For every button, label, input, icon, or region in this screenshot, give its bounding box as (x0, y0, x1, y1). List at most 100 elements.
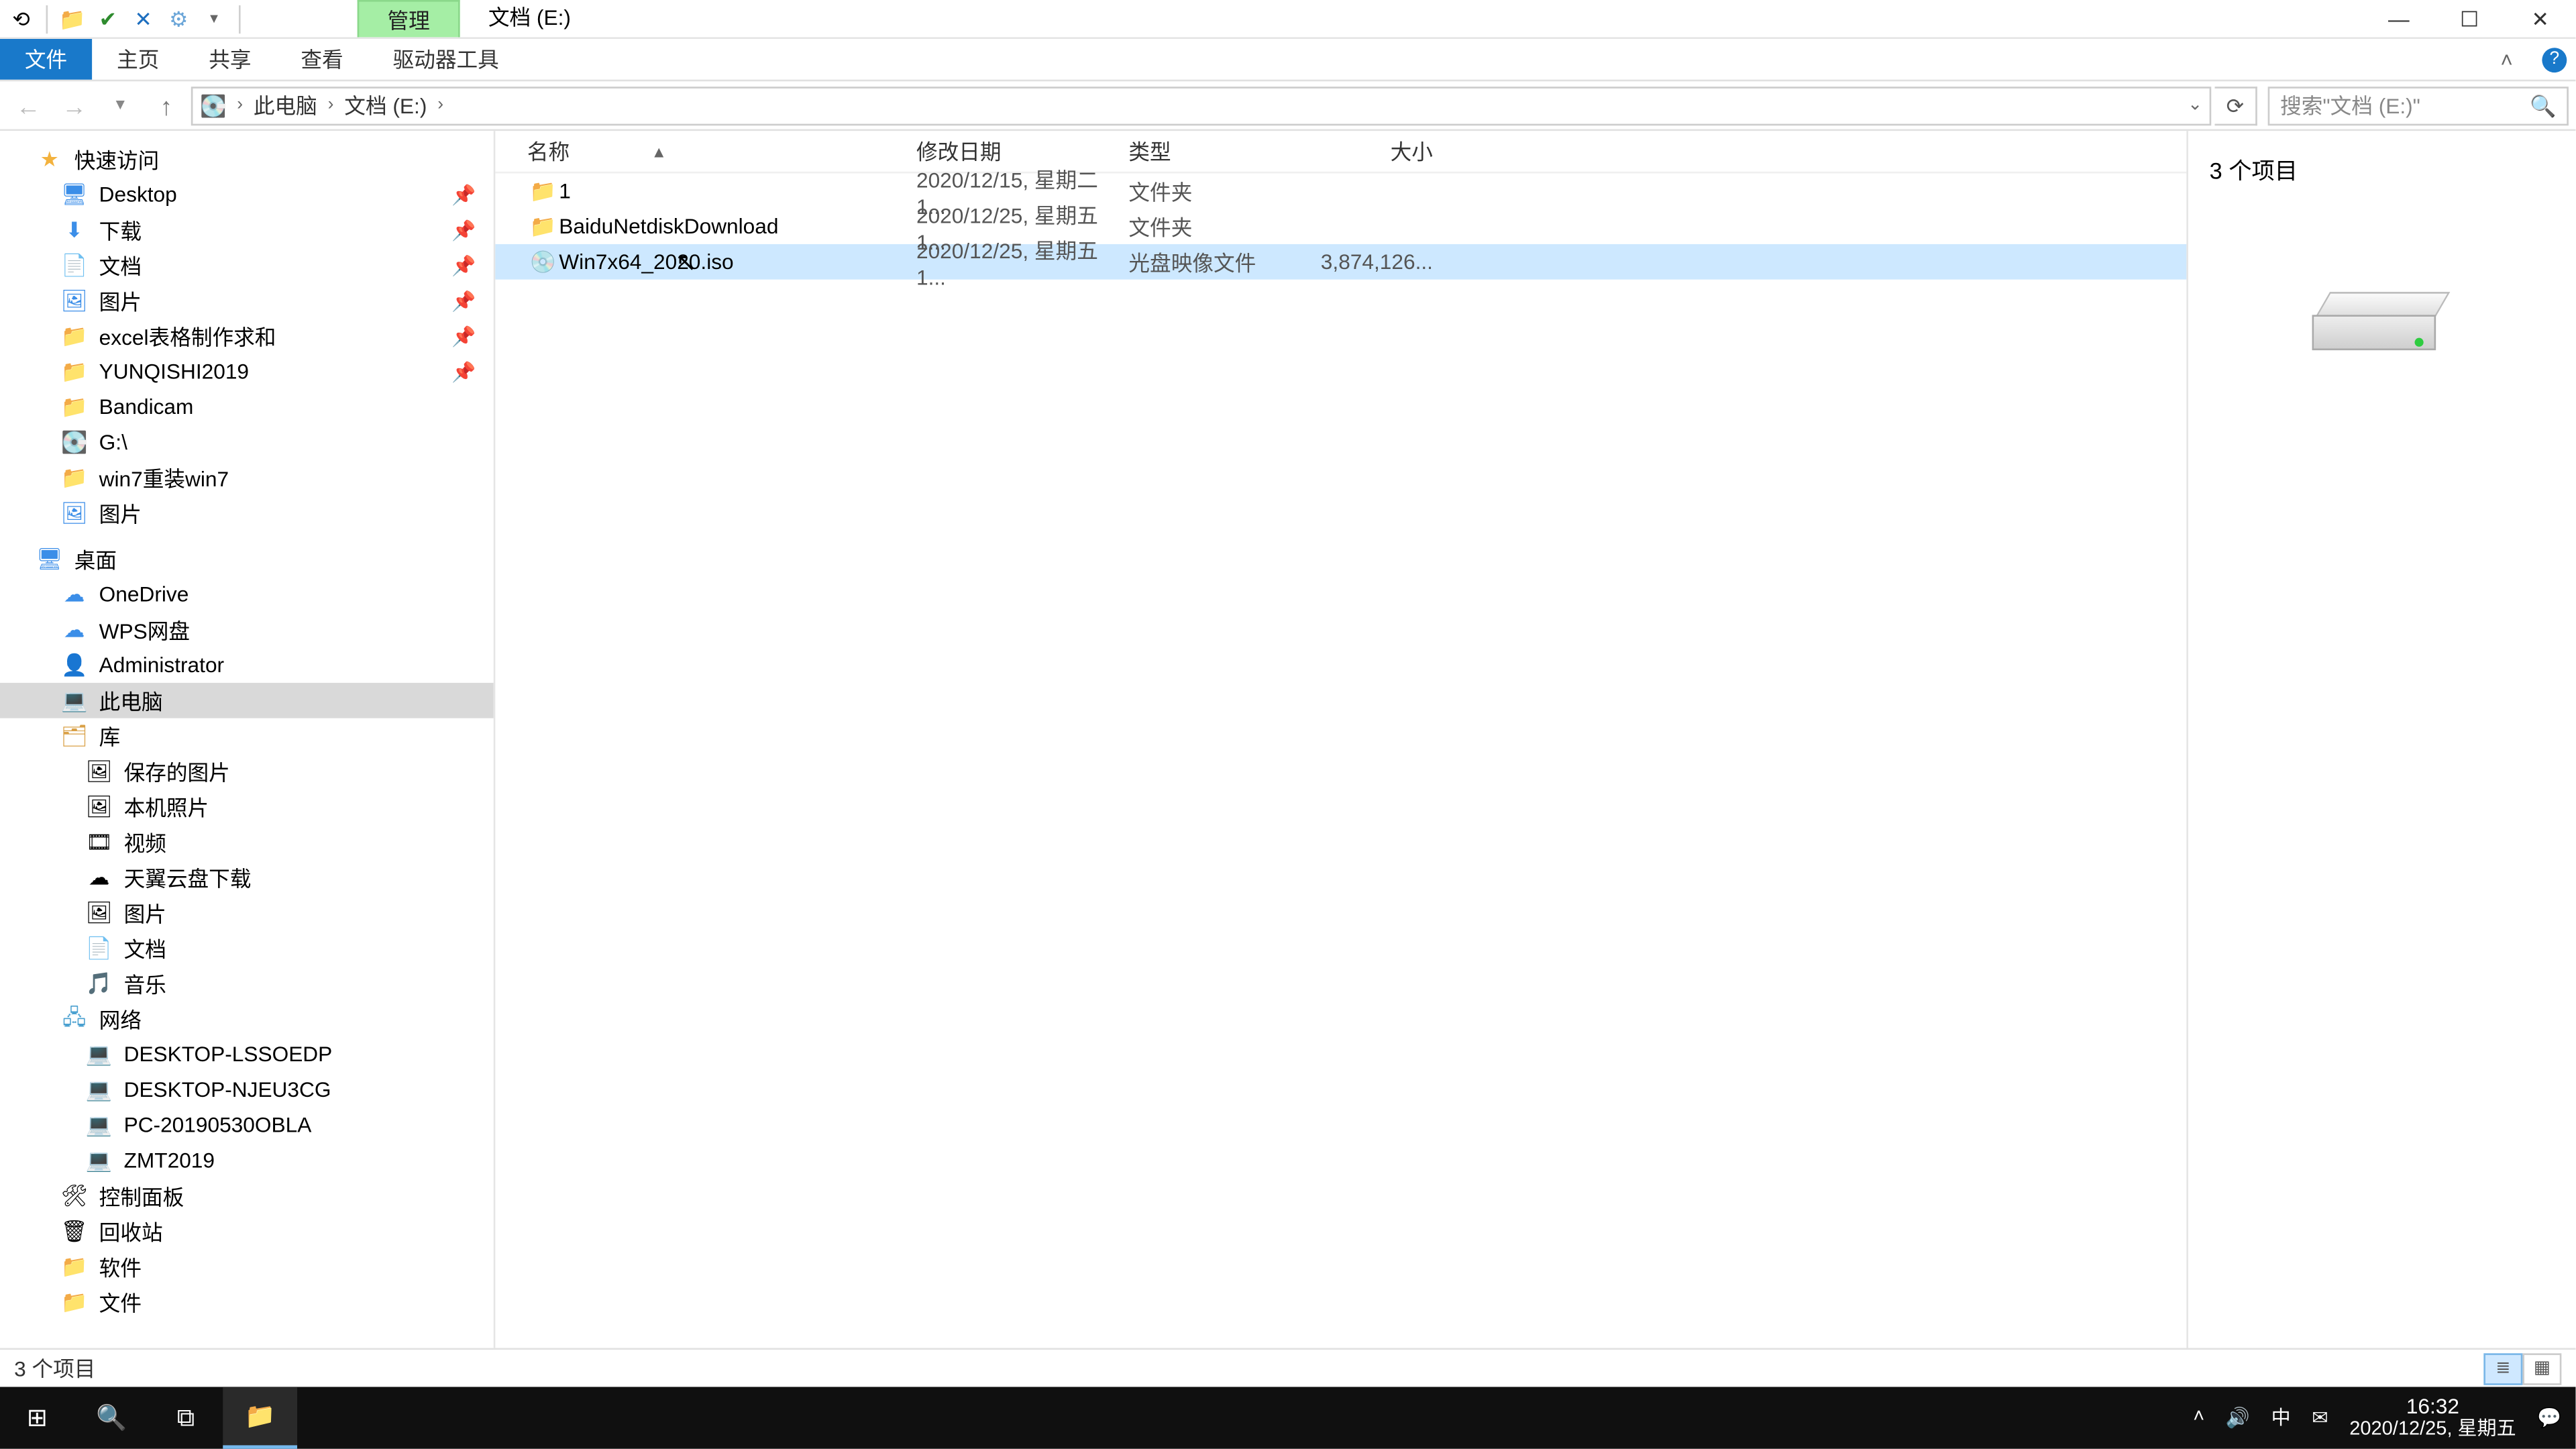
tab-home[interactable]: 主页 (92, 39, 184, 80)
tree-item-desktop[interactable]: 🖥Desktop📌 (0, 177, 494, 213)
tree-label: PC-20190530OBLA (124, 1113, 312, 1138)
gear-icon[interactable]: ⚙ (164, 5, 193, 33)
volume-icon[interactable]: 🔊 (2226, 1406, 2250, 1429)
tree-item-folder[interactable]: 📁Bandicam (0, 389, 494, 425)
clock-time: 16:32 (2349, 1393, 2516, 1419)
start-button[interactable]: ⊞ (0, 1387, 74, 1448)
file-row[interactable]: 📁 1 2020/12/15, 星期二 1... 文件夹 (495, 173, 2186, 209)
tree-label: 图片 (99, 498, 142, 528)
chevron-right-icon[interactable]: › (437, 95, 443, 115)
video-icon: 🎞 (85, 830, 113, 855)
tree-item-folder[interactable]: 📁软件 (0, 1249, 494, 1285)
tree-item-lib[interactable]: 🖼保存的图片 (0, 753, 494, 789)
tree-item-net-pc[interactable]: 💻DESKTOP-LSSOEDP (0, 1036, 494, 1072)
column-name[interactable]: 名称▲ (527, 136, 916, 166)
tree-item-recycle[interactable]: 🗑回收站 (0, 1214, 494, 1249)
address-bar[interactable]: 💽 › 此电脑 › 文档 (E:) › ⌄ (191, 86, 2211, 125)
folder-icon[interactable]: 📁 (58, 5, 87, 33)
chevron-right-icon[interactable]: › (237, 95, 243, 115)
user-icon: 👤 (60, 653, 89, 678)
address-dropdown-icon[interactable]: ⌄ (2188, 95, 2202, 115)
tree-item-folder[interactable]: 📁excel表格制作求和📌 (0, 319, 494, 354)
tree-item-net-pc[interactable]: 💻DESKTOP-NJEU3CG (0, 1072, 494, 1108)
tray-chevron-up-icon[interactable]: ˄ (2193, 1407, 2204, 1429)
file-row[interactable]: 📁 BaiduNetdiskDownload 2020/12/25, 星期五 1… (495, 209, 2186, 244)
tree-item-folder[interactable]: 📁YUNQISHI2019📌 (0, 354, 494, 389)
notification-icon[interactable]: ✉ (2312, 1406, 2328, 1429)
folder-icon: 📁 (527, 178, 559, 203)
explorer-taskbar-button[interactable]: 📁 (223, 1387, 297, 1448)
tab-drive-tools[interactable]: 驱动器工具 (368, 39, 524, 80)
tab-share[interactable]: 共享 (184, 39, 276, 80)
back-small-icon[interactable]: ⟲ (7, 5, 36, 33)
crumb-this-pc[interactable]: 此电脑 (254, 90, 317, 120)
tree-item-this-pc[interactable]: 💻此电脑 (0, 683, 494, 718)
tree-label: WPS网盘 (99, 614, 190, 645)
tree-item-folder[interactable]: 📁文件 (0, 1284, 494, 1320)
tree-item-lib[interactable]: 🖼图片 (0, 895, 494, 930)
search-button[interactable]: 🔍 (74, 1387, 149, 1448)
view-details-button[interactable]: ≣ (2483, 1352, 2522, 1384)
refresh-button[interactable]: ⟳ (2215, 86, 2257, 125)
tree-label: 下载 (99, 215, 142, 245)
tab-file[interactable]: 文件 (0, 39, 92, 80)
minimize-button[interactable]: — (2363, 0, 2434, 38)
file-type: 文件夹 (1128, 211, 1305, 241)
tree-label: 本机照片 (124, 792, 209, 822)
context-tab-manage[interactable]: 管理 (358, 0, 460, 37)
up-button[interactable]: ↑ (145, 84, 187, 126)
tree-item-lib[interactable]: 📄文档 (0, 930, 494, 966)
tree-item-lib[interactable]: 🎞视频 (0, 824, 494, 860)
forward-button[interactable]: → (53, 84, 95, 126)
tree-item-pictures[interactable]: 🖼图片📌 (0, 283, 494, 319)
tree-item-user[interactable]: 👤Administrator (0, 647, 494, 683)
tab-view[interactable]: 查看 (276, 39, 368, 80)
tree-item-libraries[interactable]: 🗂库 (0, 718, 494, 754)
tree-item-lib[interactable]: 🖼本机照片 (0, 789, 494, 824)
column-date[interactable]: 修改日期 (916, 136, 1128, 166)
tree-item-folder[interactable]: 📁win7重装win7 (0, 460, 494, 496)
close-button[interactable]: ✕ (2505, 0, 2575, 38)
navigation-bar: ← → ▾ ↑ 💽 › 此电脑 › 文档 (E:) › ⌄ ⟳ 搜索"文档 (E… (0, 81, 2575, 131)
pc-icon: 💻 (85, 1148, 113, 1173)
tree-label: win7重装win7 (99, 463, 229, 493)
tree-label: Desktop (99, 182, 177, 207)
column-size[interactable]: 大小 (1305, 136, 1447, 166)
tree-item-lib[interactable]: 🎵音乐 (0, 966, 494, 1002)
back-button[interactable]: ← (7, 84, 50, 126)
tree-item-control-panel[interactable]: 🛠控制面板 (0, 1178, 494, 1214)
tree-item-pictures[interactable]: 🖼 图片 (0, 495, 494, 531)
cloud-icon: ☁ (85, 865, 113, 890)
clock[interactable]: 16:32 2020/12/25, 星期五 (2349, 1393, 2516, 1442)
tree-desktop-root[interactable]: 🖥桌面 (0, 541, 494, 577)
tree-item-net-pc[interactable]: 💻ZMT2019 (0, 1143, 494, 1179)
close-blue-icon[interactable]: ✕ (129, 5, 158, 33)
tree-item-drive[interactable]: 💽G:\ (0, 425, 494, 460)
tree-item-documents[interactable]: 📄文档📌 (0, 248, 494, 283)
tree-item-onedrive[interactable]: ☁OneDrive (0, 577, 494, 612)
crumb-drive[interactable]: 文档 (E:) (344, 90, 427, 120)
file-row-selected[interactable]: 💿 Win7x64_2020.iso 2020/12/25, 星期五 1... … (495, 244, 2186, 280)
maximize-button[interactable]: ☐ (2434, 0, 2505, 38)
help-button[interactable]: ? (2533, 39, 2575, 80)
column-type[interactable]: 类型 (1128, 136, 1305, 166)
history-dropdown[interactable]: ▾ (99, 84, 142, 126)
chevron-right-icon[interactable]: › (328, 95, 334, 115)
tree-item-net-pc[interactable]: 💻PC-20190530OBLA (0, 1108, 494, 1143)
picture-icon: 🖼 (60, 500, 89, 525)
navigation-tree[interactable]: ★ 快速访问 🖥Desktop📌 ⬇下载📌 📄文档📌 🖼图片📌 📁excel表格… (0, 131, 495, 1348)
tree-item-lib[interactable]: ☁天翼云盘下载 (0, 860, 494, 896)
tree-item-wps[interactable]: ☁WPS网盘 (0, 612, 494, 647)
ime-indicator[interactable]: 中 (2271, 1403, 2291, 1432)
tree-quick-access[interactable]: ★ 快速访问 (0, 142, 494, 177)
search-input[interactable]: 搜索"文档 (E:)" 🔍 (2268, 86, 2569, 125)
check-icon[interactable]: ✔ (94, 5, 122, 33)
tree-item-network[interactable]: 🖧网络 (0, 1002, 494, 1037)
view-icons-button[interactable]: ▦ (2522, 1352, 2561, 1384)
task-view-button[interactable]: ⧉ (149, 1387, 223, 1448)
tree-item-downloads[interactable]: ⬇下载📌 (0, 212, 494, 248)
action-center-icon[interactable]: 💬 (2537, 1406, 2561, 1429)
ribbon-collapse-icon[interactable]: ˄ (2480, 39, 2533, 80)
qat-dropdown-icon[interactable]: ▾ (200, 5, 228, 33)
separator (239, 5, 241, 33)
